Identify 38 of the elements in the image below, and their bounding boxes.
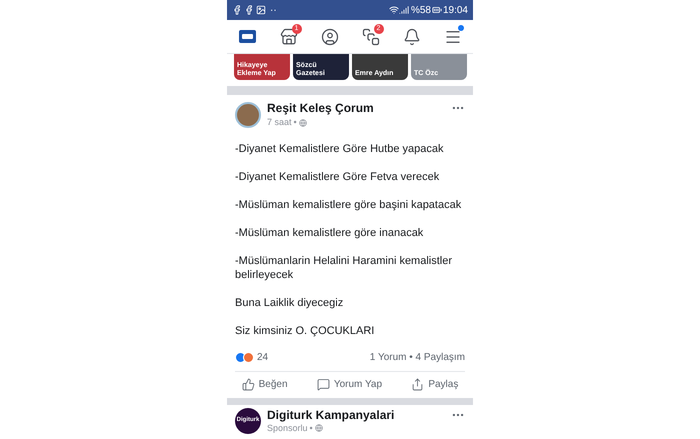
globe-icon (314, 424, 323, 432)
post-paragraph: -Müslümanlarin Helalini Haramini kemalistler belirleyecek (235, 254, 454, 282)
globe-icon (298, 118, 307, 127)
avatar (235, 102, 261, 128)
post-paragraph: Buna Laiklik diyecegiz (235, 296, 344, 310)
separator-dot: • (294, 116, 297, 129)
post-action-button[interactable]: Paylaş (411, 377, 458, 392)
post-action-button[interactable]: Beğen (242, 377, 288, 392)
like-reaction-icon (235, 352, 246, 362)
battery-percent: %58 (410, 4, 431, 18)
app-icon (244, 5, 254, 15)
wifi-icon (388, 5, 399, 15)
author-name[interactable]: Reşit Keleş Çorum (267, 101, 451, 116)
angry-reaction-icon (243, 352, 254, 362)
profile-icon (320, 28, 338, 46)
post-time: 7 saat (267, 116, 292, 129)
post-paragraph: Siz kimsiniz O. ÇOCUKLARI (235, 324, 376, 338)
speech-bubble-icon (316, 378, 330, 391)
post-paragraph: -Diyanet Kemalistlere Göre Hutbe yapacak (235, 142, 444, 156)
sponsored-label: Sponsorlu (267, 423, 308, 433)
bell-icon (402, 28, 420, 46)
post-action-button[interactable]: Yorum Yap (316, 377, 382, 392)
news-feed-icon (239, 30, 256, 43)
gallery-icon (256, 5, 266, 15)
more-notifications: ·· (270, 4, 277, 18)
share-icon (411, 378, 424, 391)
post-paragraph: -Diyanet Kemalistlere Göre Fetva verecek (235, 170, 440, 184)
thumbs-up-icon (242, 378, 255, 391)
reaction-count[interactable]: 24 (257, 350, 268, 364)
comment-share-count[interactable]: 1 Yorum • 4 Paylaşım (370, 350, 465, 364)
signal-icon (398, 5, 409, 15)
separator-dot: • (310, 423, 313, 433)
battery-icon (432, 5, 442, 15)
page-name[interactable]: Digiturk Kampanyalari (267, 408, 451, 423)
post-paragraph: -Müslüman kemalistlere göre inanacak (235, 226, 424, 240)
app-icon (232, 5, 242, 15)
post-paragraph: -Müslüman kemalistlere göre başini kapatacak (235, 198, 462, 212)
clock: 19:04 (442, 4, 468, 18)
